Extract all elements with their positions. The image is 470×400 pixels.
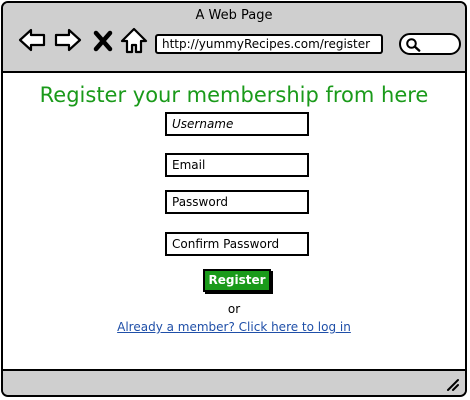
- back-icon[interactable]: [17, 25, 47, 55]
- stop-icon[interactable]: [91, 25, 115, 55]
- register-button[interactable]: Register: [203, 269, 271, 292]
- login-link[interactable]: Already a member? Click here to log in: [3, 320, 465, 334]
- page-content: Register your membership from here Usern…: [3, 73, 465, 369]
- window-title: A Web Page: [195, 8, 273, 23]
- browser-toolbar: A Web Page http://yummyRecipes.com/regis…: [3, 3, 465, 73]
- search-icon: [406, 38, 421, 52]
- status-bar: [3, 369, 465, 395]
- address-bar[interactable]: http://yummyRecipes.com/register: [155, 34, 383, 54]
- forward-icon[interactable]: [53, 25, 83, 55]
- username-field[interactable]: Username: [165, 112, 309, 136]
- page-heading: Register your membership from here: [39, 83, 429, 107]
- home-icon[interactable]: [119, 25, 149, 55]
- password-field[interactable]: Password: [165, 190, 309, 214]
- email-field[interactable]: Email: [165, 153, 309, 177]
- search-input[interactable]: [399, 33, 461, 55]
- browser-window: A Web Page http://yummyRecipes.com/regis…: [1, 1, 467, 397]
- or-separator: or: [227, 302, 241, 316]
- resize-grip-icon[interactable]: [445, 377, 459, 391]
- confirm-password-field[interactable]: Confirm Password: [165, 232, 309, 256]
